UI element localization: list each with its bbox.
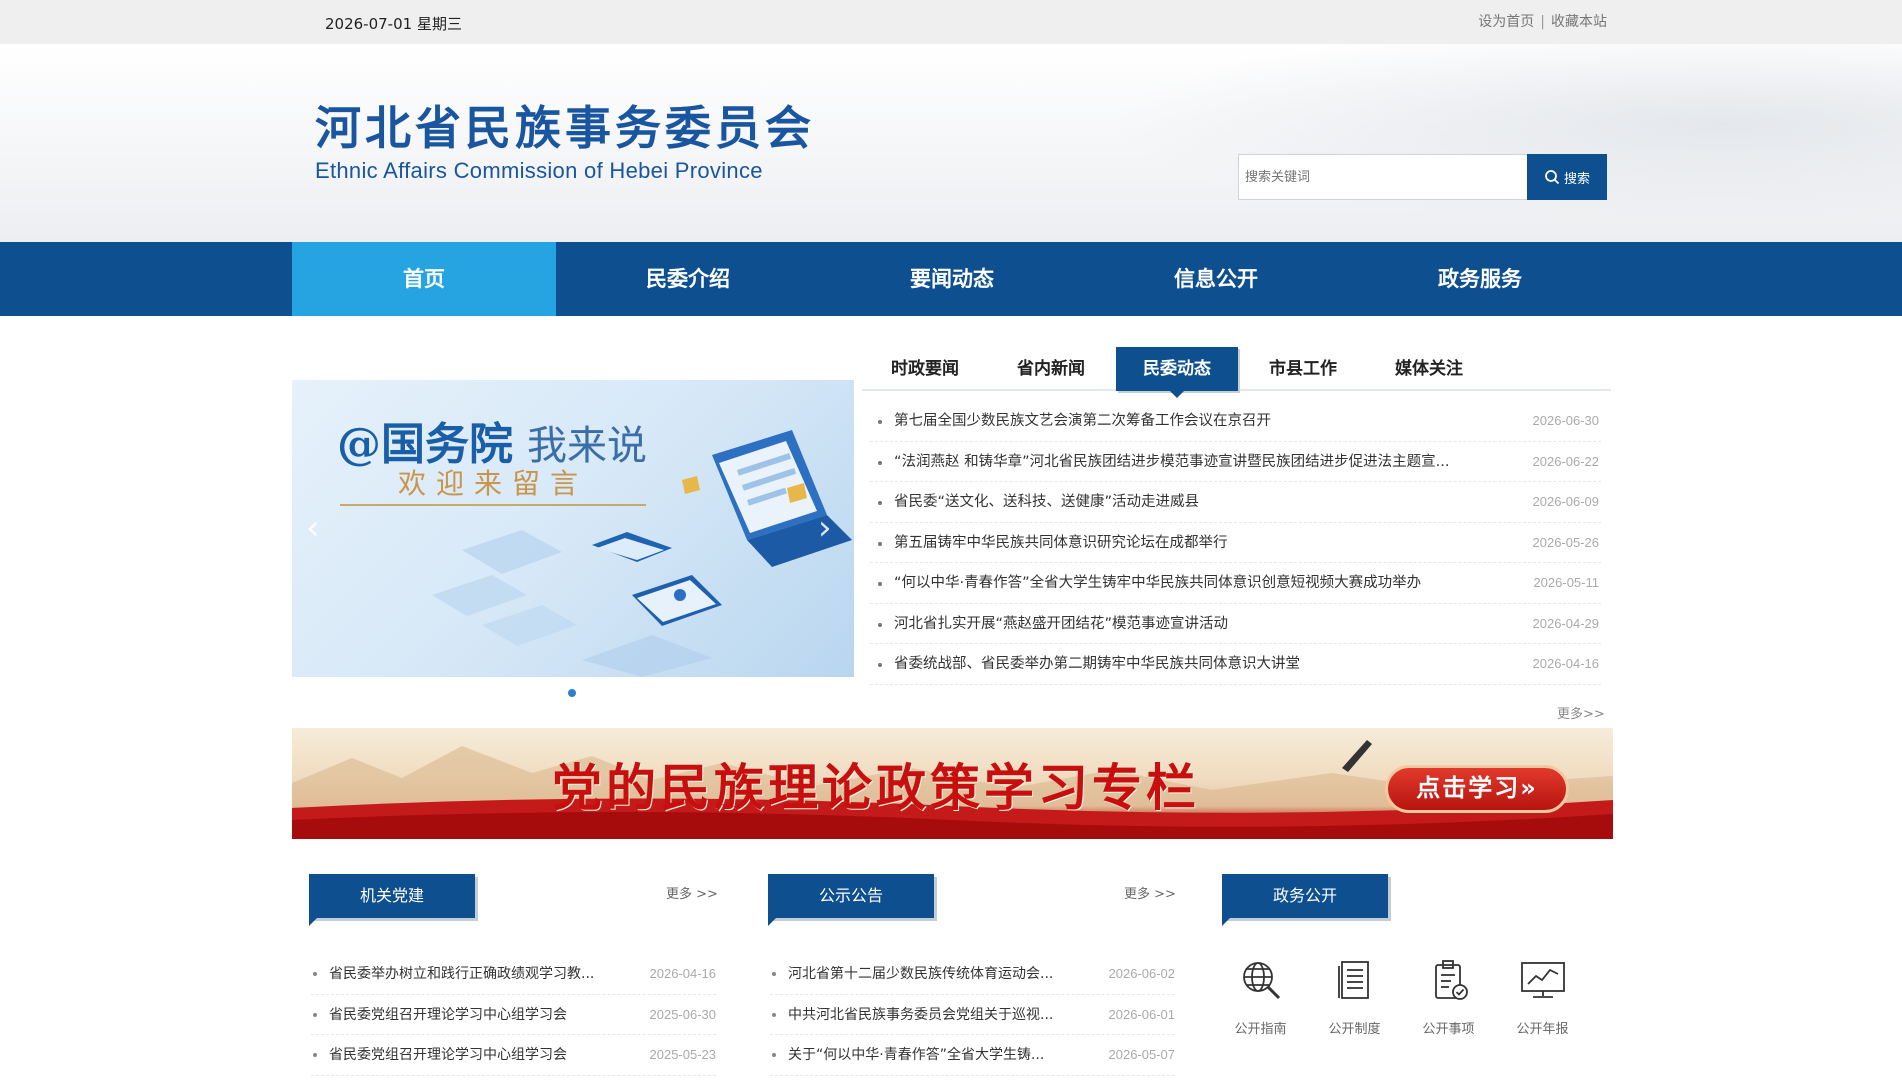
nav-item-home[interactable]: 首页: [292, 242, 556, 316]
site-logo[interactable]: 河北省民族事务委员会 Ethnic Affairs Commission of …: [315, 100, 815, 184]
gov-item-label: 公开事项: [1422, 1022, 1475, 1037]
gov-item-label: 公开年报: [1516, 1022, 1569, 1037]
tab-provincial-news[interactable]: 省内新闻: [990, 347, 1112, 391]
section-header-gov: 政务公开: [1222, 874, 1388, 926]
notice-more-link[interactable]: 更多 >>: [1124, 883, 1176, 902]
carousel-prev-arrow[interactable]: ‹: [306, 511, 328, 545]
party-list: 省民委举办树立和践行正确政绩观学习教... 2026-04-16 省民委党组召开理…: [311, 954, 716, 1076]
list-item[interactable]: 关于“何以中华·青春作答”全省大学生铸... 2026-05-07: [770, 1035, 1175, 1076]
search-button[interactable]: 搜索: [1527, 154, 1607, 200]
banner-study-button[interactable]: 点击学习»: [1385, 765, 1569, 813]
tab-current-affairs[interactable]: 时政要闻: [864, 347, 986, 391]
slide-subtitle: 欢迎来留言: [340, 462, 646, 506]
list-item[interactable]: 河北省第十二届少数民族传统体育运动会... 2026-06-02: [770, 954, 1175, 995]
link-separator: |: [1540, 14, 1545, 30]
tab-county-work[interactable]: 市县工作: [1242, 347, 1364, 391]
main-nav: 首页 民委介绍 要闻动态 信息公开 政务服务: [0, 242, 1902, 316]
notice-list: 河北省第十二届少数民族传统体育运动会... 2026-06-02 中共河北省民族事…: [770, 954, 1175, 1076]
bookmark-link[interactable]: 收藏本站: [1551, 14, 1607, 30]
news-item[interactable]: “法润燕赵 和铸华章”河北省民族团结进步模范事迹宣讲暨民族团结进步促进法主题宣.…: [870, 442, 1601, 482]
news-item[interactable]: 省民委“送文化、送科技、送健康”活动走进威县 2026-06-09: [870, 482, 1601, 523]
nav-item-disclosure[interactable]: 信息公开: [1084, 242, 1348, 316]
gov-item-system[interactable]: 公开制度: [1321, 958, 1388, 1037]
news-item[interactable]: 第五届铸牢中华民族共同体意识研究论坛在成都举行 2026-05-26: [870, 523, 1601, 563]
logo-english-name: Ethnic Affairs Commission of Hebei Provi…: [315, 158, 763, 183]
section-header-notice: 公示公告: [768, 874, 934, 926]
search-input[interactable]: [1238, 154, 1527, 200]
gov-disclosure-icons: 公开指南 公开制度 公开事项 公开年报: [1227, 958, 1576, 1037]
nav-item-news[interactable]: 要闻动态: [820, 242, 1084, 316]
tab-media-focus[interactable]: 媒体关注: [1368, 347, 1490, 391]
set-home-link[interactable]: 设为首页: [1478, 14, 1534, 30]
news-more-link[interactable]: 更多>>: [1557, 703, 1605, 722]
news-item[interactable]: 省委统战部、省民委举办第二期铸牢中华民族共同体意识大讲堂 2026-04-16: [870, 644, 1601, 685]
carousel-dot[interactable]: [568, 689, 576, 697]
top-bar: 2026-07-01 星期三 设为首页 | 收藏本站: [0, 0, 1902, 44]
tab-commission-news[interactable]: 民委动态: [1116, 347, 1238, 398]
news-item[interactable]: 第七届全国少数民族文艺会演第二次筹备工作会议在京召开 2026-06-30: [870, 401, 1601, 442]
top-links: 设为首页 | 收藏本站: [1478, 11, 1607, 31]
gov-item-label: 公开制度: [1328, 1022, 1381, 1037]
search-button-label: 搜索: [1563, 171, 1590, 187]
search-icon: [1545, 170, 1560, 185]
document-list-icon: [1337, 961, 1369, 999]
clipboard-check-icon: [1434, 960, 1468, 1000]
search-bar: 搜索: [1238, 154, 1607, 200]
image-carousel[interactable]: @国务院 我来说 欢迎来留言 ‹ ›: [292, 380, 854, 677]
gov-item-guide[interactable]: 公开指南: [1227, 958, 1294, 1037]
party-more-link[interactable]: 更多 >>: [666, 883, 718, 902]
globe-search-icon: [1242, 962, 1280, 1000]
news-item[interactable]: 河北省扎实开展“燕赵盛开团结花”模范事迹宣讲活动 2026-04-29: [870, 604, 1601, 644]
nav-item-services[interactable]: 政务服务: [1348, 242, 1612, 316]
current-date: 2026-07-01 星期三: [325, 15, 462, 33]
news-tabs: 时政要闻 省内新闻 民委动态 市县工作 媒体关注: [862, 345, 1611, 398]
list-item[interactable]: 省民委党组召开理论学习中心组学习会 2025-05-23: [311, 1035, 716, 1076]
news-list: 第七届全国少数民族文艺会演第二次筹备工作会议在京召开 2026-06-30 “法润…: [870, 401, 1601, 685]
section-header-party: 机关党建: [309, 874, 475, 926]
logo-chinese-name: 河北省民族事务委员会: [315, 101, 815, 155]
list-item[interactable]: 省民委举办树立和践行正确政绩观学习教... 2026-04-16: [311, 954, 716, 995]
nav-item-about[interactable]: 民委介绍: [556, 242, 820, 316]
gov-item-matters[interactable]: 公开事项: [1415, 958, 1482, 1037]
theory-study-banner[interactable]: 党的民族理论政策学习专栏 点击学习»: [292, 728, 1613, 839]
carousel-next-arrow[interactable]: ›: [818, 511, 840, 545]
chart-report-icon: [1520, 962, 1565, 998]
news-item[interactable]: “何以中华·青春作答”全省大学生铸牢中华民族共同体意识创意短视频大赛成功举办 20…: [870, 563, 1601, 604]
gov-item-label: 公开指南: [1234, 1022, 1287, 1037]
list-item[interactable]: 中共河北省民族事务委员会党组关于巡视... 2026-06-01: [770, 995, 1175, 1035]
gov-item-annual-report[interactable]: 公开年报: [1509, 958, 1576, 1037]
list-item[interactable]: 省民委党组召开理论学习中心组学习会 2025-06-30: [311, 995, 716, 1035]
banner-title: 党的民族理论政策学习专栏: [552, 758, 1200, 817]
site-header: 河北省民族事务委员会 Ethnic Affairs Commission of …: [0, 44, 1902, 242]
